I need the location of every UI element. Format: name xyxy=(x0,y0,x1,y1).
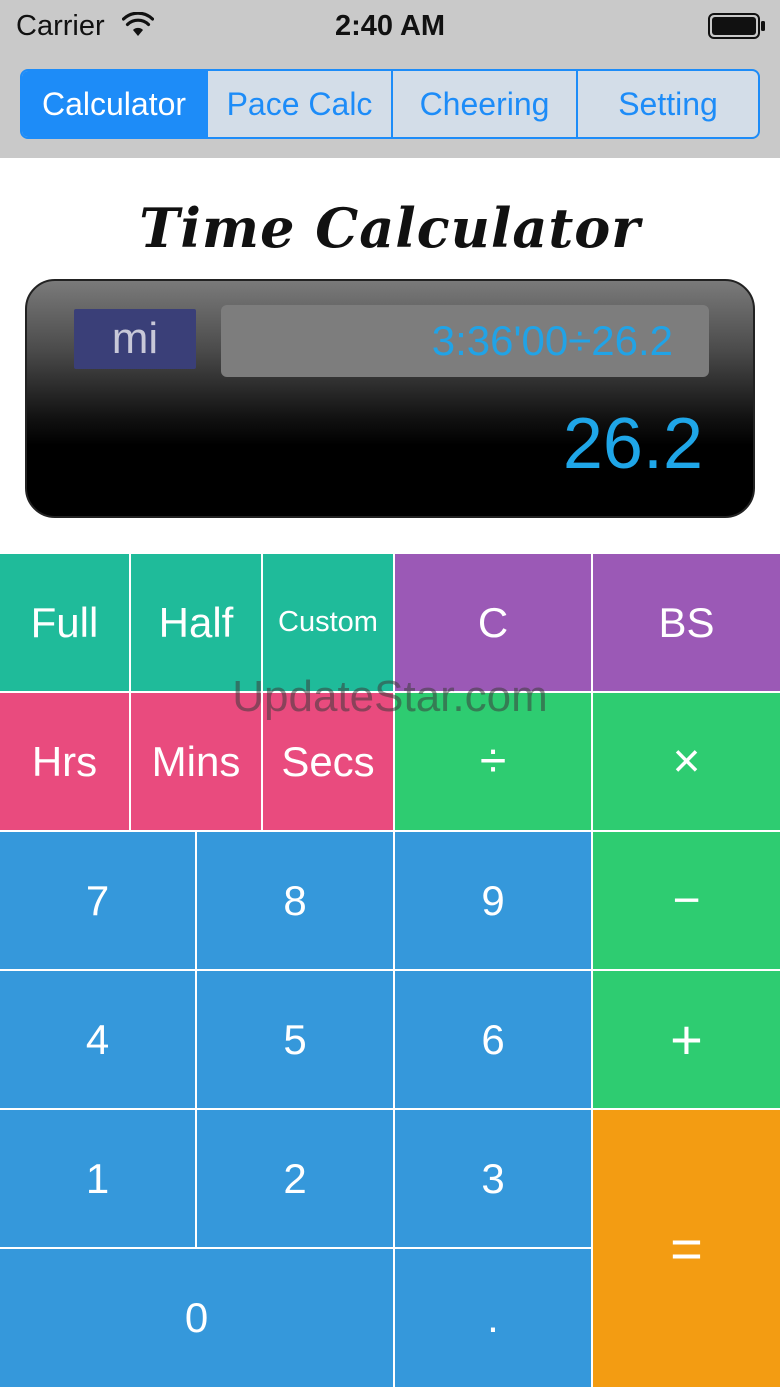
result-display: 26.2 xyxy=(562,404,703,484)
digit-3-button[interactable]: 3 xyxy=(395,1110,593,1249)
multiply-button[interactable]: × xyxy=(593,693,780,832)
status-bar: Carrier 2:40 AM xyxy=(0,0,780,56)
minutes-button[interactable]: Mins xyxy=(131,693,263,832)
calculator-display: mi 3:36'00÷26.2 26.2 xyxy=(25,279,755,518)
digit-5-button[interactable]: 5 xyxy=(197,971,395,1110)
digit-6-button[interactable]: 6 xyxy=(395,971,593,1110)
tab-area: Calculator Pace Calc Cheering Setting xyxy=(0,56,780,158)
battery-icon xyxy=(708,13,765,39)
hours-button[interactable]: Hrs xyxy=(0,693,131,832)
expression-display: 3:36'00÷26.2 xyxy=(221,305,709,377)
digit-4-button[interactable]: 4 xyxy=(0,971,197,1110)
keypad: Full Half Custom C BS Hrs Mins Secs ÷ × … xyxy=(0,554,780,1387)
divide-button[interactable]: ÷ xyxy=(395,693,593,832)
digit-8-button[interactable]: 8 xyxy=(197,832,395,971)
custom-distance-button[interactable]: Custom xyxy=(263,554,395,693)
digit-9-button[interactable]: 9 xyxy=(395,832,593,971)
backspace-button[interactable]: BS xyxy=(593,554,780,693)
segmented-control: Calculator Pace Calc Cheering Setting xyxy=(20,69,760,139)
full-marathon-button[interactable]: Full xyxy=(0,554,131,693)
tab-cheering[interactable]: Cheering xyxy=(391,71,576,137)
seconds-button[interactable]: Secs xyxy=(263,693,395,832)
tab-pace-calc[interactable]: Pace Calc xyxy=(206,71,391,137)
clear-button[interactable]: C xyxy=(395,554,593,693)
plus-button[interactable]: + xyxy=(593,971,780,1110)
digit-2-button[interactable]: 2 xyxy=(197,1110,395,1249)
unit-toggle-button[interactable]: mi xyxy=(74,309,196,369)
tab-setting[interactable]: Setting xyxy=(576,71,758,137)
page-title: Time Calculator xyxy=(139,196,641,260)
digit-7-button[interactable]: 7 xyxy=(0,832,197,971)
tab-calculator[interactable]: Calculator xyxy=(22,71,206,137)
half-marathon-button[interactable]: Half xyxy=(131,554,263,693)
equals-button[interactable]: = xyxy=(593,1110,780,1387)
minus-button[interactable]: − xyxy=(593,832,780,971)
digit-0-button[interactable]: 0 xyxy=(0,1249,395,1387)
digit-1-button[interactable]: 1 xyxy=(0,1110,197,1249)
clock-time: 2:40 AM xyxy=(334,10,446,42)
decimal-button[interactable]: . xyxy=(395,1249,593,1387)
